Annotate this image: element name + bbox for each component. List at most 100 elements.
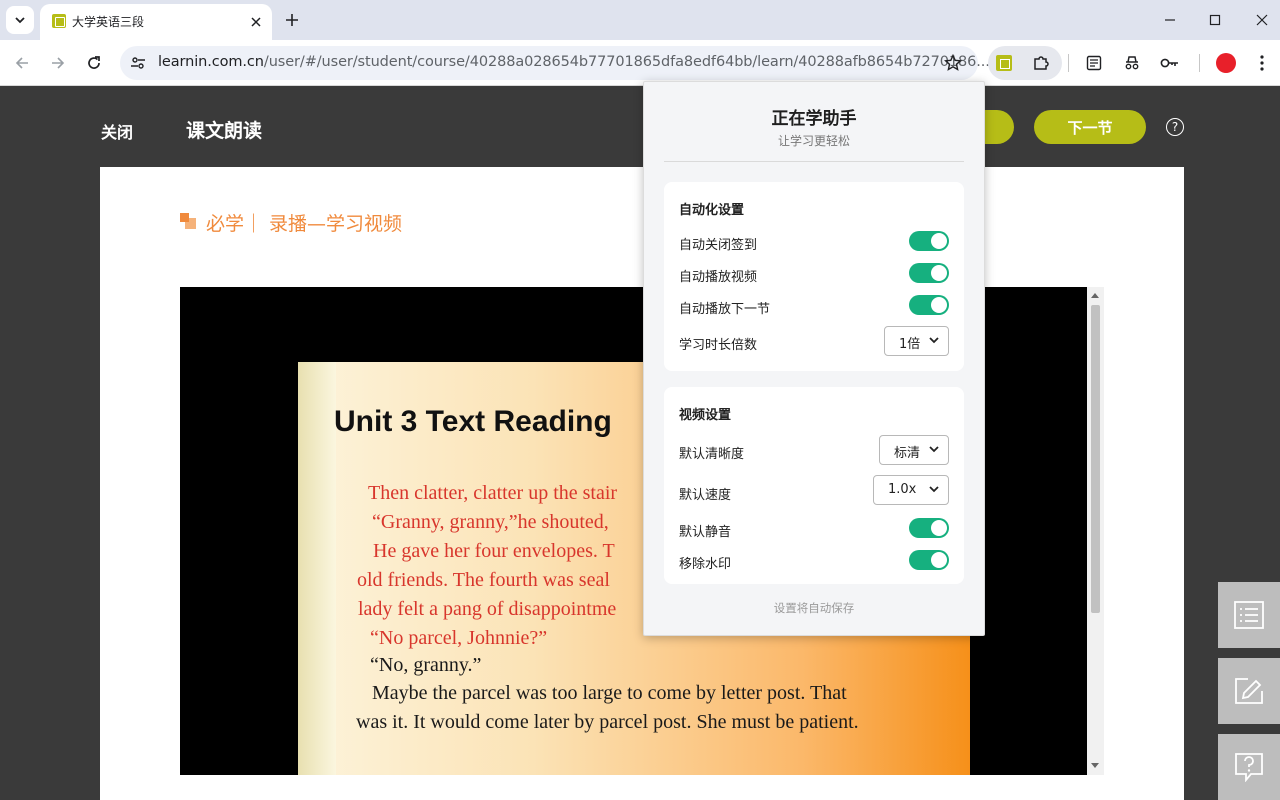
slide-line: “No parcel, Johnnie?” [370, 627, 548, 649]
site-info-icon[interactable] [130, 55, 146, 71]
chevron-down-icon [929, 446, 939, 453]
back-button[interactable] [8, 49, 36, 77]
quality-value: 标清 [894, 446, 921, 461]
tab-title: 大学英语三段 [72, 15, 145, 29]
question-icon [1235, 753, 1263, 782]
url-path: /user/#/user/student/course/40288a028654… [263, 54, 990, 70]
automation-settings-panel: 自动化设置 自动关闭签到 自动播放视频 自动播放下一节 学习时长倍数 1倍 [664, 182, 964, 371]
slide-heading: Unit 3 Text Reading [334, 405, 612, 438]
content-card: 必学｜ 录播—学习视频 Unit 3 Text Reading Then cla… [100, 167, 1184, 800]
duration-multiplier-value: 1倍 [899, 337, 921, 352]
video-heading: 视频设置 [679, 408, 732, 423]
slide-page-curl [298, 362, 336, 775]
close-icon [251, 17, 261, 27]
reload-button[interactable] [80, 49, 108, 77]
slide-line: “No, granny.” [370, 654, 482, 676]
scroll-up-arrow-icon[interactable] [1091, 293, 1099, 298]
url-text: learnin.com.cn/user/#/user/student/cours… [158, 54, 990, 70]
speed-label: 默认速度 [679, 488, 732, 503]
arrow-right-icon [52, 57, 65, 69]
course-header: 关闭 课文朗读 下一节 ? [0, 87, 1280, 167]
more-vertical-icon [1260, 55, 1264, 71]
popup-title: 正在学助手 [771, 109, 857, 129]
autosave-note: 设置将自动保存 [773, 601, 855, 615]
reload-icon [88, 56, 100, 69]
site-favicon-icon [52, 14, 66, 28]
remove-watermark-toggle[interactable] [909, 550, 949, 570]
course-outline-button[interactable] [1218, 582, 1280, 648]
key-icon [1160, 58, 1178, 68]
plus-icon [286, 14, 298, 26]
arrow-left-icon [15, 57, 28, 69]
scroll-down-arrow-icon[interactable] [1091, 763, 1099, 768]
browser-tab[interactable]: 大学英语三段 [40, 4, 272, 40]
slide-line: old friends. The fourth was seal [357, 569, 610, 591]
chevron-down-icon [15, 17, 25, 24]
minimize-button[interactable] [1156, 6, 1184, 34]
tab-search-button[interactable] [6, 6, 34, 34]
page-title: 课文朗读 [186, 120, 263, 142]
video-settings-panel: 视频设置 默认清晰度 标清 默认速度 1.0x 默认静音 移除水印 [664, 387, 964, 584]
notes-button[interactable] [1218, 658, 1280, 724]
forward-button[interactable] [44, 49, 72, 77]
auto-play-video-label: 自动播放视频 [679, 270, 758, 285]
auto-close-signin-toggle[interactable] [909, 231, 949, 251]
password-manager-button[interactable] [1156, 49, 1184, 77]
window-close-button[interactable] [1248, 6, 1276, 34]
quality-label: 默认清晰度 [679, 447, 745, 462]
popup-divider [664, 161, 964, 162]
address-bar[interactable]: learnin.com.cn/user/#/user/student/cours… [120, 46, 990, 80]
spy-icon [1125, 56, 1139, 70]
auto-play-next-toggle[interactable] [909, 295, 949, 315]
slide-line: Then clatter, clatter up the stair [368, 482, 618, 504]
automation-heading: 自动化设置 [679, 203, 745, 218]
section-icon [180, 213, 196, 229]
chevron-down-icon [929, 486, 939, 493]
reading-list-icon [1086, 55, 1102, 71]
close-button[interactable]: 关闭 [101, 119, 133, 143]
mute-toggle[interactable] [909, 518, 949, 538]
remove-watermark-label: 移除水印 [679, 557, 732, 572]
slide-line: He gave her four envelopes. T [373, 540, 615, 562]
toolbar-separator [1068, 54, 1069, 72]
quality-select[interactable]: 标清 [879, 435, 949, 465]
video-scrollbar[interactable] [1087, 287, 1104, 775]
speed-value: 1.0x [888, 482, 917, 497]
maximize-icon [1209, 14, 1221, 26]
edit-icon [1235, 678, 1263, 704]
extension-popup: 正在学助手 让学习更轻松 自动化设置 自动关闭签到 自动播放视频 自动播放下一节… [643, 81, 985, 636]
learn-assistant-extension-icon[interactable] [996, 55, 1012, 71]
section-title: 必学｜ 录播—学习视频 [206, 213, 403, 235]
slide-line: was it. It would come later by parcel po… [356, 711, 859, 733]
tab-strip: 大学英语三段 [0, 0, 1280, 40]
reading-list-button[interactable] [1080, 49, 1108, 77]
close-icon [1256, 14, 1268, 26]
next-section-button[interactable]: 下一节 [1034, 110, 1146, 144]
list-icon [1234, 601, 1264, 629]
profile-avatar[interactable] [1216, 53, 1236, 73]
speed-select[interactable]: 1.0x [873, 475, 949, 505]
popup-subtitle: 让学习更轻松 [777, 134, 850, 148]
auto-play-next-label: 自动播放下一节 [679, 302, 771, 317]
browser-menu-button[interactable] [1248, 49, 1276, 77]
tab-close-button[interactable] [246, 12, 266, 32]
chevron-down-icon [929, 337, 939, 344]
duration-multiplier-label: 学习时长倍数 [679, 338, 758, 353]
new-tab-button[interactable] [280, 8, 304, 32]
question-button[interactable] [1218, 734, 1280, 800]
minimize-icon [1165, 19, 1175, 21]
auto-play-video-toggle[interactable] [909, 263, 949, 283]
toolbar-separator [1199, 54, 1200, 72]
mute-label: 默认静音 [679, 525, 732, 540]
bookmark-star-icon[interactable] [944, 54, 962, 72]
puzzle-icon [1034, 56, 1049, 70]
help-icon[interactable]: ? [1166, 118, 1184, 136]
url-host: learnin.com.cn [158, 54, 264, 70]
maximize-button[interactable] [1201, 6, 1229, 34]
browser-toolbar: learnin.com.cn/user/#/user/student/cours… [0, 40, 1280, 86]
scroll-thumb[interactable] [1091, 305, 1100, 613]
incognito-button[interactable] [1118, 49, 1146, 77]
duration-multiplier-select[interactable]: 1倍 [884, 326, 949, 356]
extensions-button[interactable] [1027, 49, 1055, 77]
slide-line: Maybe the parcel was too large to come b… [372, 682, 847, 704]
